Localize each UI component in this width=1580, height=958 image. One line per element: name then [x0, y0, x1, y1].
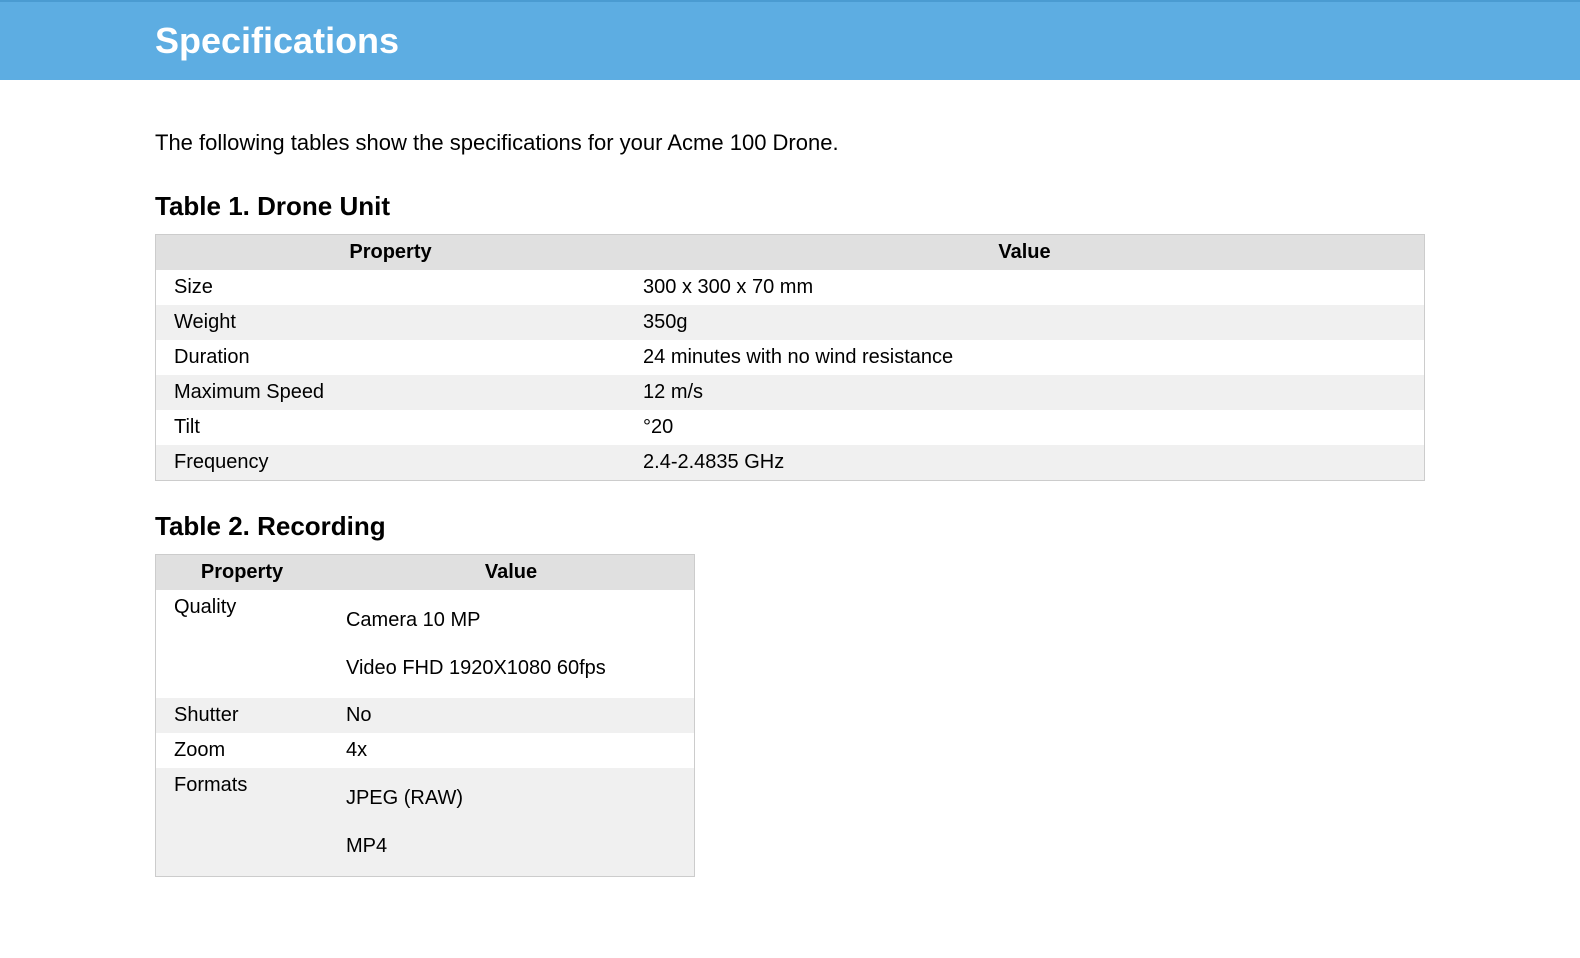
table-1-header-value: Value [625, 235, 1424, 271]
table-row: Tilt°20 [156, 410, 1425, 445]
content-area: The following tables show the specificat… [155, 80, 1425, 877]
table-cell-property: Shutter [156, 698, 328, 733]
table-row: FormatsJPEG (RAW)MP4 [156, 768, 695, 877]
table-cell-property: Weight [156, 305, 626, 340]
table-cell-value: 300 x 300 x 70 mm [625, 270, 1424, 305]
table-cell-value: 4x [328, 733, 695, 768]
table-2-header-property: Property [156, 555, 328, 591]
table-2-caption: Table 2. Recording [155, 511, 1425, 542]
table-2-body: QualityCamera 10 MPVideo FHD 1920X1080 6… [156, 590, 695, 877]
table-1-body: Size300 x 300 x 70 mmWeight350gDuration2… [156, 270, 1425, 481]
table-cell-property: Tilt [156, 410, 626, 445]
table-recording: Property Value QualityCamera 10 MPVideo … [155, 554, 695, 877]
table-cell-property: Frequency [156, 445, 626, 481]
table-cell-property: Size [156, 270, 626, 305]
table-row: Duration24 minutes with no wind resistan… [156, 340, 1425, 375]
table-cell-value: Camera 10 MPVideo FHD 1920X1080 60fps [328, 590, 695, 698]
table-cell-property: Formats [156, 768, 328, 877]
table-row: QualityCamera 10 MPVideo FHD 1920X1080 6… [156, 590, 695, 698]
table-cell-property: Zoom [156, 733, 328, 768]
table-cell-property: Duration [156, 340, 626, 375]
intro-text: The following tables show the specificat… [155, 130, 1425, 156]
table-row: Weight350g [156, 305, 1425, 340]
page-title: Specifications [155, 20, 1580, 62]
table-1-header-property: Property [156, 235, 626, 271]
table-row: Zoom4x [156, 733, 695, 768]
table-cell-value: 350g [625, 305, 1424, 340]
table-cell-value: JPEG (RAW)MP4 [328, 768, 695, 877]
table-cell-value: 24 minutes with no wind resistance [625, 340, 1424, 375]
table-cell-value: No [328, 698, 695, 733]
header-bar: Specifications [0, 0, 1580, 80]
table-row: Size300 x 300 x 70 mm [156, 270, 1425, 305]
table-drone-unit: Property Value Size300 x 300 x 70 mmWeig… [155, 234, 1425, 481]
table-cell-value: 2.4-2.4835 GHz [625, 445, 1424, 481]
table-row: Maximum Speed12 m/s [156, 375, 1425, 410]
table-cell-value: °20 [625, 410, 1424, 445]
table-cell-property: Maximum Speed [156, 375, 626, 410]
table-2-header-value: Value [328, 555, 695, 591]
table-cell-value: 12 m/s [625, 375, 1424, 410]
table-row: ShutterNo [156, 698, 695, 733]
table-cell-property: Quality [156, 590, 328, 698]
table-row: Frequency2.4-2.4835 GHz [156, 445, 1425, 481]
table-1-caption: Table 1. Drone Unit [155, 191, 1425, 222]
